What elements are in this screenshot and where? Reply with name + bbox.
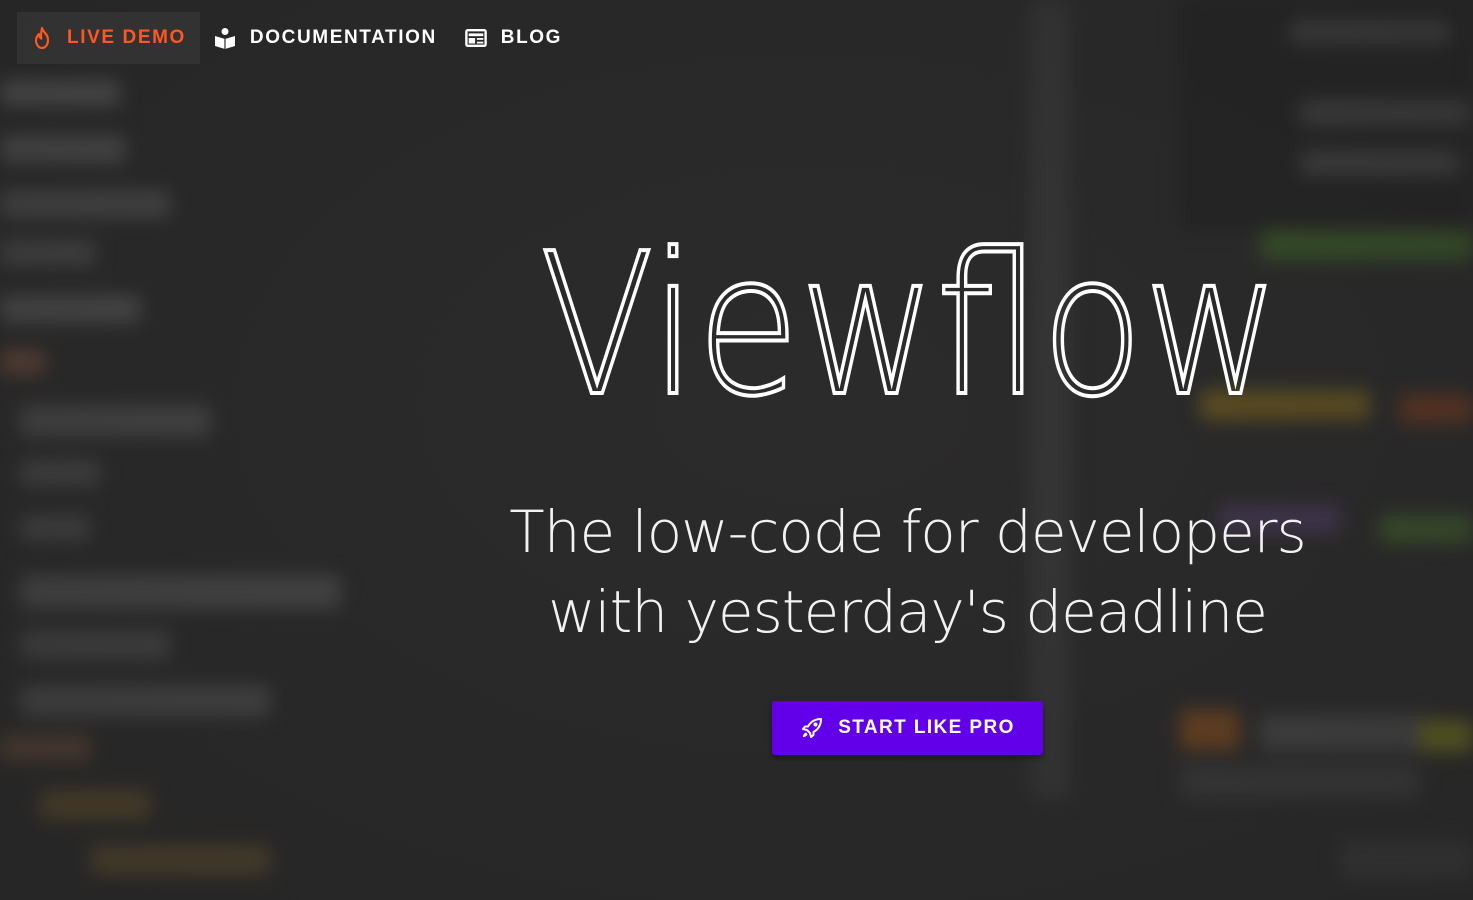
nav-item-label: DOCUMENTATION — [249, 27, 437, 48]
newspaper-icon — [464, 27, 487, 49]
hero-subtitle: The low-code for developers with yesterd… — [470, 492, 1345, 652]
hero-section: LIVE DEMO DOCUMENTATION BLOG Viewflow Th… — [0, 0, 1473, 900]
start-like-pro-label: START LIKE PRO — [838, 717, 1015, 738]
start-like-pro-button[interactable]: START LIKE PRO — [772, 701, 1043, 755]
fire-icon — [31, 27, 53, 49]
nav-item-blog[interactable]: BLOG — [451, 12, 576, 64]
hero-title-container: Viewflow — [530, 210, 1290, 442]
rocket-icon — [800, 716, 824, 740]
nav-item-live-demo[interactable]: LIVE DEMO — [17, 12, 200, 64]
nav-item-label: BLOG — [500, 27, 563, 48]
nav-item-documentation[interactable]: DOCUMENTATION — [200, 12, 451, 64]
nav-item-label: LIVE DEMO — [67, 27, 186, 48]
background-code-image — [0, 0, 1473, 900]
background-overlay — [0, 0, 1473, 900]
hero-subtitle-line-1: The low-code for developers — [509, 498, 1306, 566]
hero-title: Viewflow — [540, 212, 1280, 440]
hero-subtitle-line-2: with yesterday's deadline — [548, 578, 1268, 646]
top-navigation: LIVE DEMO DOCUMENTATION BLOG — [17, 12, 576, 64]
book-reader-icon — [214, 27, 236, 49]
